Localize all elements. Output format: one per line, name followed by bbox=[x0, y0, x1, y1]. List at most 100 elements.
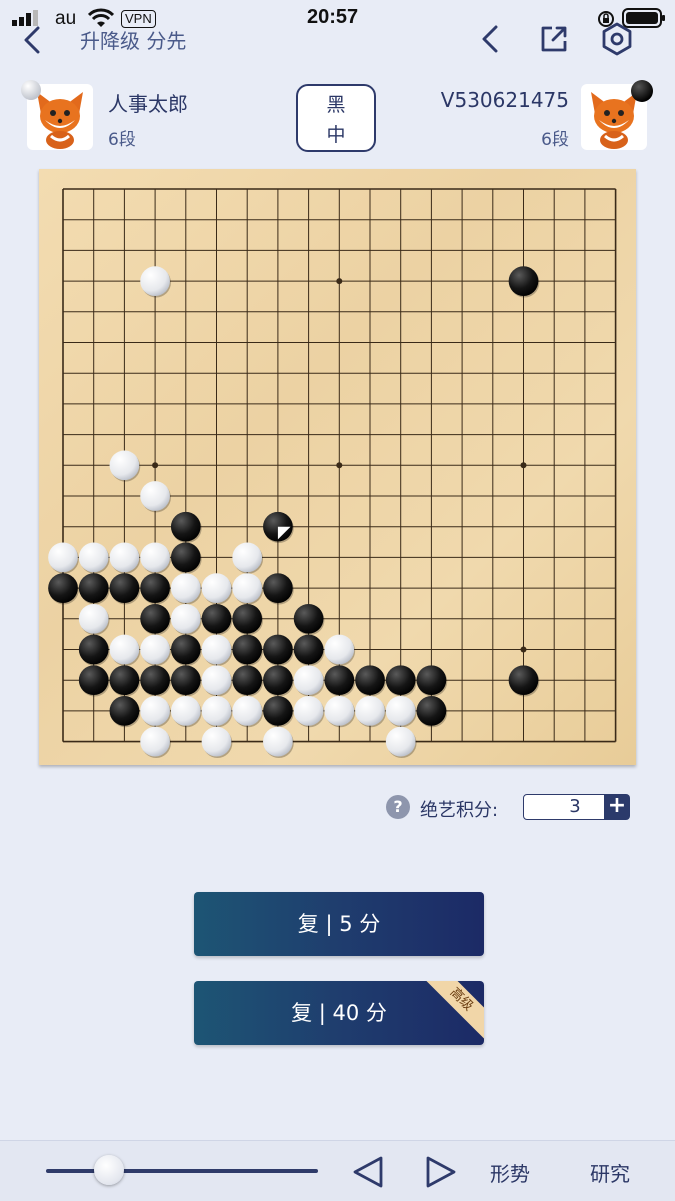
white-stone bbox=[48, 542, 78, 573]
result-winner: 黑 bbox=[326, 94, 346, 116]
black-stone bbox=[416, 696, 447, 726]
white-stone bbox=[293, 665, 324, 696]
black-stone bbox=[293, 603, 324, 634]
black-stone bbox=[170, 511, 201, 542]
previous-icon[interactable] bbox=[480, 25, 500, 53]
next-move-icon[interactable] bbox=[424, 1154, 458, 1190]
review-premium-label: 复 | 40 分 bbox=[291, 1001, 387, 1025]
white-stone bbox=[201, 726, 232, 757]
white-stone bbox=[140, 726, 170, 757]
white-stone bbox=[140, 696, 170, 726]
white-stone bbox=[140, 266, 170, 296]
white-stone bbox=[140, 634, 170, 665]
player-right-name: V530621475 bbox=[440, 88, 569, 112]
black-stone bbox=[78, 665, 109, 696]
status-time: 20:57 bbox=[307, 6, 359, 28]
black-stone bbox=[170, 634, 201, 665]
player-left-rank: 6段 bbox=[108, 130, 136, 150]
white-stone bbox=[109, 450, 140, 481]
move-slider-track[interactable] bbox=[46, 1169, 318, 1173]
black-stone-indicator bbox=[631, 80, 653, 102]
white-stone bbox=[232, 573, 263, 603]
black-stone bbox=[170, 665, 201, 696]
review-premium-button[interactable]: 复 | 40 分 高级 bbox=[194, 981, 484, 1045]
black-stone bbox=[170, 542, 201, 573]
settings-icon[interactable] bbox=[600, 22, 634, 56]
black-stone bbox=[201, 603, 232, 634]
back-icon[interactable] bbox=[22, 26, 42, 54]
white-stone bbox=[324, 696, 355, 726]
white-stone bbox=[201, 634, 232, 665]
score-label: 绝艺积分: bbox=[420, 800, 499, 821]
black-stone bbox=[109, 573, 140, 603]
premium-badge: 高级 bbox=[421, 981, 484, 1040]
white-stone bbox=[232, 696, 263, 726]
white-stone bbox=[170, 603, 201, 634]
black-stone bbox=[48, 573, 78, 603]
black-stone bbox=[416, 665, 447, 696]
star-point bbox=[520, 646, 527, 653]
star-point bbox=[520, 462, 527, 469]
white-stone bbox=[385, 726, 416, 757]
black-stone bbox=[385, 665, 416, 696]
white-stone bbox=[201, 573, 232, 603]
previous-move-icon[interactable] bbox=[351, 1154, 385, 1190]
white-stone-indicator bbox=[21, 80, 41, 100]
black-stone bbox=[508, 665, 539, 696]
black-stone bbox=[324, 665, 355, 696]
black-stone bbox=[140, 603, 170, 634]
share-icon[interactable] bbox=[538, 23, 570, 55]
black-stone bbox=[109, 665, 140, 696]
move-slider-thumb[interactable] bbox=[93, 1155, 124, 1185]
board-grid[interactable] bbox=[39, 169, 636, 765]
black-stone bbox=[78, 573, 109, 603]
black-stone bbox=[293, 634, 324, 665]
white-stone bbox=[140, 481, 170, 511]
review-basic-button[interactable]: 复 | 5 分 bbox=[194, 892, 484, 956]
white-stone bbox=[324, 634, 355, 665]
carrier-label: au bbox=[55, 8, 77, 29]
star-point bbox=[336, 278, 343, 285]
black-stone bbox=[78, 634, 109, 665]
star-point bbox=[152, 462, 159, 469]
white-stone bbox=[385, 696, 416, 726]
white-stone bbox=[232, 542, 263, 573]
white-stone bbox=[201, 696, 232, 726]
black-stone bbox=[140, 665, 170, 696]
star-point bbox=[336, 462, 343, 469]
white-stone bbox=[109, 542, 140, 573]
score-plus-button[interactable]: + bbox=[604, 794, 630, 820]
black-stone bbox=[232, 603, 263, 634]
white-stone bbox=[170, 696, 201, 726]
player-right-rank: 6段 bbox=[541, 130, 569, 150]
game-result-badge: 黑 中 bbox=[296, 84, 376, 152]
black-stone bbox=[263, 634, 293, 665]
situation-button[interactable]: 形势 bbox=[490, 1158, 530, 1187]
white-stone bbox=[140, 542, 170, 573]
research-button[interactable]: 研究 bbox=[590, 1158, 630, 1187]
black-stone bbox=[140, 573, 170, 603]
black-stone bbox=[355, 665, 385, 696]
black-stone bbox=[263, 665, 293, 696]
white-stone bbox=[293, 696, 324, 726]
white-stone bbox=[170, 573, 201, 603]
black-stone bbox=[508, 266, 539, 296]
black-stone bbox=[263, 696, 293, 726]
white-stone bbox=[78, 603, 109, 634]
result-type: 中 bbox=[326, 124, 346, 146]
player-left-name: 人事太郎 bbox=[108, 92, 188, 116]
white-stone bbox=[355, 696, 385, 726]
review-basic-label: 复 | 5 分 bbox=[297, 912, 381, 936]
signal-icon bbox=[12, 10, 38, 26]
white-stone bbox=[78, 542, 109, 573]
go-board[interactable] bbox=[39, 169, 636, 765]
black-stone bbox=[232, 665, 263, 696]
page-title: 升降级 分先 bbox=[80, 29, 187, 53]
black-stone bbox=[232, 634, 263, 665]
help-icon[interactable]: ? bbox=[386, 795, 410, 819]
black-stone bbox=[109, 696, 140, 726]
white-stone bbox=[263, 726, 293, 757]
white-stone bbox=[201, 665, 232, 696]
white-stone bbox=[109, 634, 140, 665]
black-stone bbox=[263, 573, 293, 603]
